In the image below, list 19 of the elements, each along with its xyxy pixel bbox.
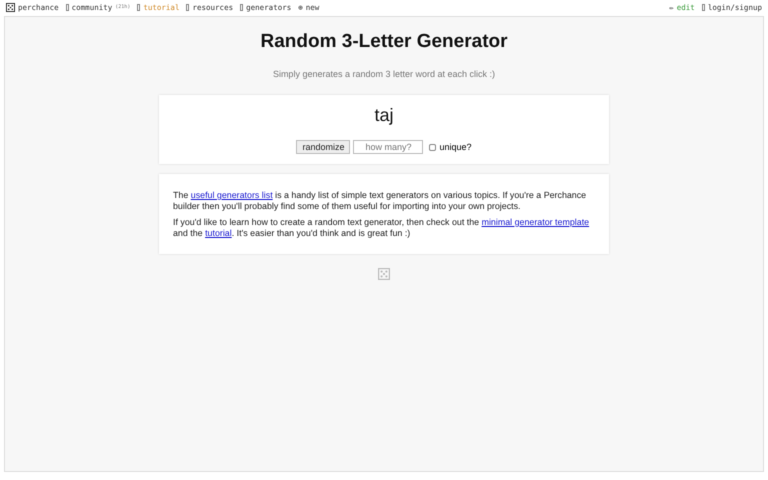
text-link[interactable]: useful generators list	[190, 190, 273, 200]
info-paragraph: The useful generators list is a handy list of simple text generators on various topics. If you're a Perchance builder then you'll probably find some of them useful for importing into your own projects.	[173, 190, 588, 211]
text-link[interactable]: minimal generator template	[482, 217, 590, 227]
placeholder-glyph-icon	[137, 4, 140, 10]
dice-icon	[378, 268, 390, 280]
placeholder-glyph-icon	[66, 4, 69, 10]
dice-icon	[6, 2, 15, 12]
count-field[interactable]: how many?	[353, 140, 424, 154]
text-link[interactable]: tutorial	[205, 228, 232, 238]
info-paragraph: If you'd like to learn how to create a random text generator, then check out the minimal generator template and the tutorial. It's easier than you'd think and is great fun :)	[173, 217, 590, 238]
page-title: Random 3-Letter Generator	[260, 31, 508, 53]
subtitle: Simply generates a random 3 letter word at each click :)	[272, 69, 496, 79]
placeholder-glyph-icon	[186, 4, 190, 10]
placeholder-glyph-icon	[240, 4, 244, 10]
placeholder-glyph-icon	[702, 4, 705, 10]
checkbox-label: unique?	[439, 142, 472, 152]
randomize-button[interactable]: randomize	[296, 140, 350, 154]
unique-checkbox[interactable]	[429, 144, 436, 150]
generated-word: taj	[374, 105, 394, 126]
